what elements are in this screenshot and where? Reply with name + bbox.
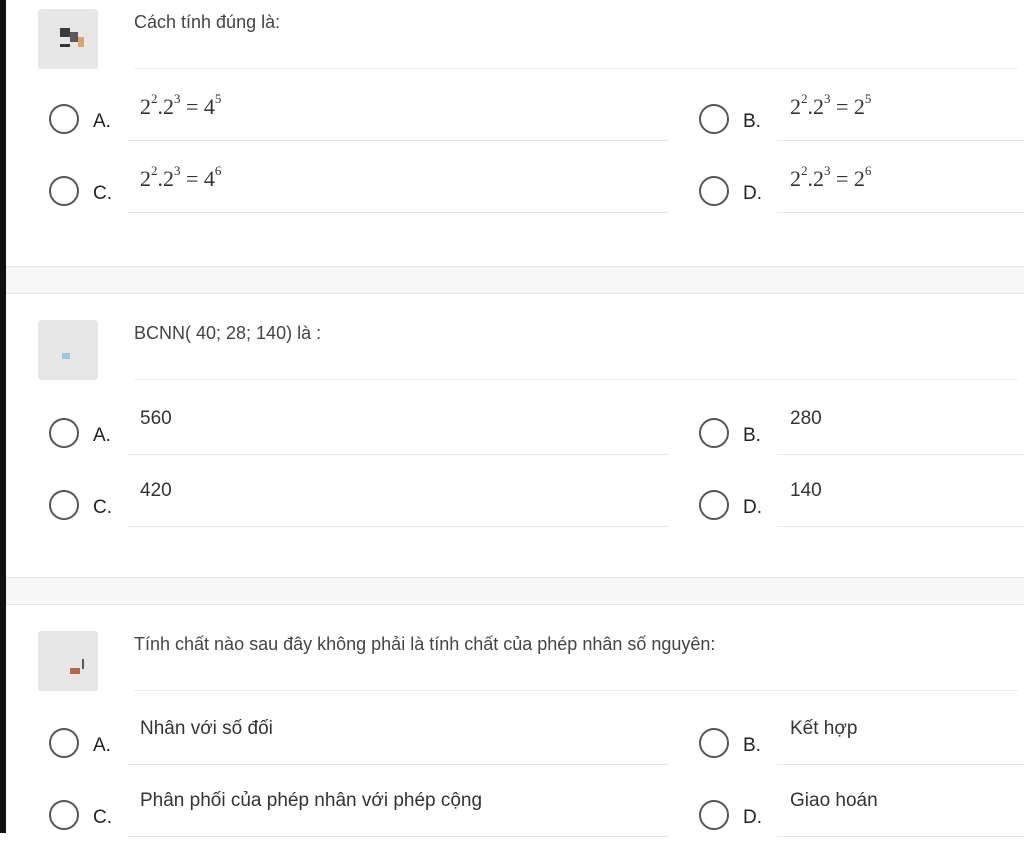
option-text: Kết hợp — [777, 718, 1024, 765]
option-c[interactable]: C. 420 — [49, 480, 669, 544]
left-border — [0, 0, 6, 833]
option-a[interactable]: A. Nhân với số đối — [49, 718, 669, 782]
radio-button[interactable] — [699, 728, 729, 758]
option-letter: D. — [743, 807, 762, 828]
option-math: 22.23 = 46 — [127, 164, 669, 213]
question-text: Cách tính đúng là: — [134, 9, 1018, 69]
option-c[interactable]: C. Phân phối của phép nhân với phép cộng — [49, 790, 669, 854]
option-letter: B. — [743, 735, 761, 756]
option-math: 22.23 = 45 — [127, 92, 669, 141]
option-text: Giao hoán — [777, 790, 1024, 837]
option-letter: A. — [93, 425, 111, 446]
radio-button[interactable] — [49, 728, 79, 758]
radio-button[interactable] — [699, 800, 729, 830]
radio-button[interactable] — [49, 490, 79, 520]
option-a[interactable]: A. 22.23 = 45 — [49, 92, 669, 158]
radio-button[interactable] — [699, 176, 729, 206]
option-letter: A. — [93, 735, 111, 756]
option-letter: B. — [743, 111, 761, 132]
option-b[interactable]: B. Kết hợp — [699, 718, 1024, 782]
option-d[interactable]: D. 140 — [699, 480, 1024, 544]
option-text: 140 — [777, 480, 1024, 527]
option-math: 22.23 = 25 — [777, 92, 1024, 141]
option-text: 420 — [127, 480, 669, 527]
option-math: 22.23 = 26 — [777, 164, 1024, 213]
radio-button[interactable] — [49, 800, 79, 830]
option-letter: D. — [743, 497, 762, 518]
option-letter: C. — [93, 497, 112, 518]
radio-button[interactable] — [49, 104, 79, 134]
question-separator — [6, 266, 1024, 294]
option-letter: B. — [743, 425, 761, 446]
question-text: BCNN( 40; 28; 140) là : — [134, 320, 1018, 380]
option-text: Nhân với số đối — [127, 718, 669, 765]
option-text: Phân phối của phép nhân với phép cộng — [127, 790, 669, 837]
radio-button[interactable] — [49, 176, 79, 206]
question-number-image — [38, 9, 98, 69]
option-d[interactable]: D. Giao hoán — [699, 790, 1024, 854]
option-letter: C. — [93, 183, 112, 204]
question-number-image — [38, 631, 98, 691]
radio-button[interactable] — [699, 104, 729, 134]
option-d[interactable]: D. 22.23 = 26 — [699, 164, 1024, 230]
option-letter: D. — [743, 183, 762, 204]
question-separator — [6, 577, 1024, 605]
option-b[interactable]: B. 22.23 = 25 — [699, 92, 1024, 158]
option-text: 560 — [127, 408, 669, 455]
option-letter: C. — [93, 807, 112, 828]
radio-button[interactable] — [699, 418, 729, 448]
option-c[interactable]: C. 22.23 = 46 — [49, 164, 669, 230]
radio-button[interactable] — [49, 418, 79, 448]
option-a[interactable]: A. 560 — [49, 408, 669, 472]
option-b[interactable]: B. 280 — [699, 408, 1024, 472]
radio-button[interactable] — [699, 490, 729, 520]
question-text: Tính chất nào sau đây không phải là tính… — [134, 631, 1018, 691]
question-number-image — [38, 320, 98, 380]
option-text: 280 — [777, 408, 1024, 455]
option-letter: A. — [93, 111, 111, 132]
